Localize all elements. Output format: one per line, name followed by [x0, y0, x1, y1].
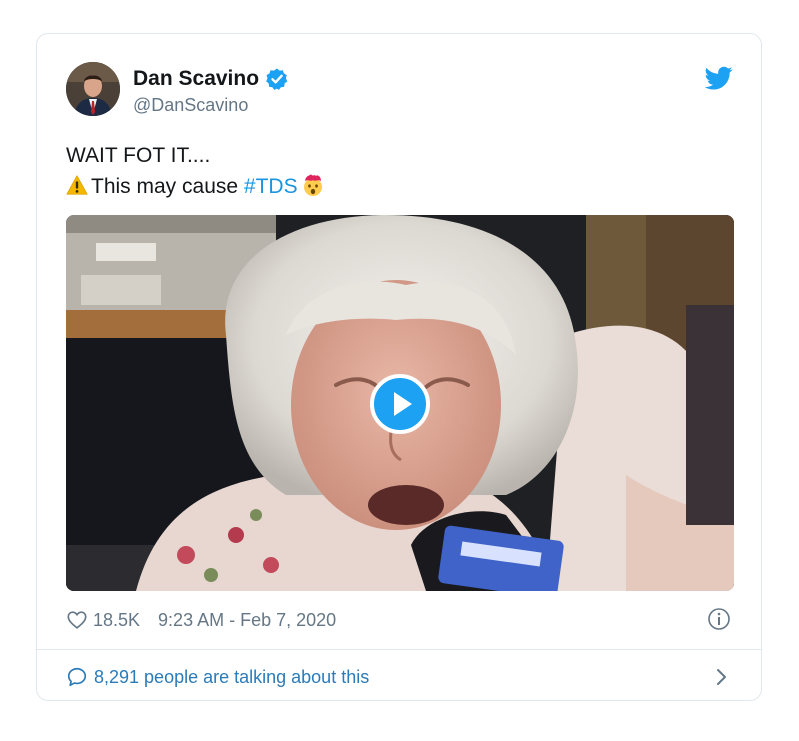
- tweet-line-2-text: This may cause: [91, 175, 244, 198]
- author-name-row[interactable]: Dan Scavino: [133, 67, 289, 91]
- tweet-meta: 18.5K 9:23 AM - Feb 7, 2020: [66, 608, 336, 632]
- display-name[interactable]: Dan Scavino: [133, 67, 259, 91]
- tweet-timestamp[interactable]: 9:23 AM - Feb 7, 2020: [158, 610, 336, 631]
- avatar-image: [66, 62, 120, 116]
- author-handle[interactable]: @DanScavino: [133, 95, 248, 116]
- speech-bubble-icon: [67, 667, 87, 687]
- tweet-line-2: This may cause #TDS: [66, 171, 325, 202]
- avatar[interactable]: [66, 62, 120, 116]
- talking-count-text[interactable]: 8,291 people are talking about this: [94, 667, 369, 688]
- exploding-head-icon: [303, 174, 322, 196]
- video-player[interactable]: [66, 215, 734, 591]
- twitter-bird-icon[interactable]: [705, 64, 733, 92]
- divider: [37, 649, 761, 650]
- verified-badge-icon: [266, 68, 288, 90]
- like-count[interactable]: 18.5K: [93, 610, 140, 631]
- tweet-text: WAIT FOT IT.... This may cause #TDS: [66, 140, 325, 202]
- play-icon[interactable]: [370, 374, 430, 434]
- heart-icon[interactable]: [66, 609, 88, 631]
- chevron-right-icon[interactable]: [711, 666, 731, 688]
- tweet-line-1: WAIT FOT IT....: [66, 144, 211, 167]
- info-icon[interactable]: [707, 607, 731, 631]
- conversation-link[interactable]: 8,291 people are talking about this: [66, 664, 731, 690]
- tweet-card: Dan Scavino @DanScavino WAIT FOT IT.... …: [36, 33, 762, 701]
- warning-icon: [66, 175, 88, 195]
- hashtag-link[interactable]: #TDS: [244, 175, 298, 198]
